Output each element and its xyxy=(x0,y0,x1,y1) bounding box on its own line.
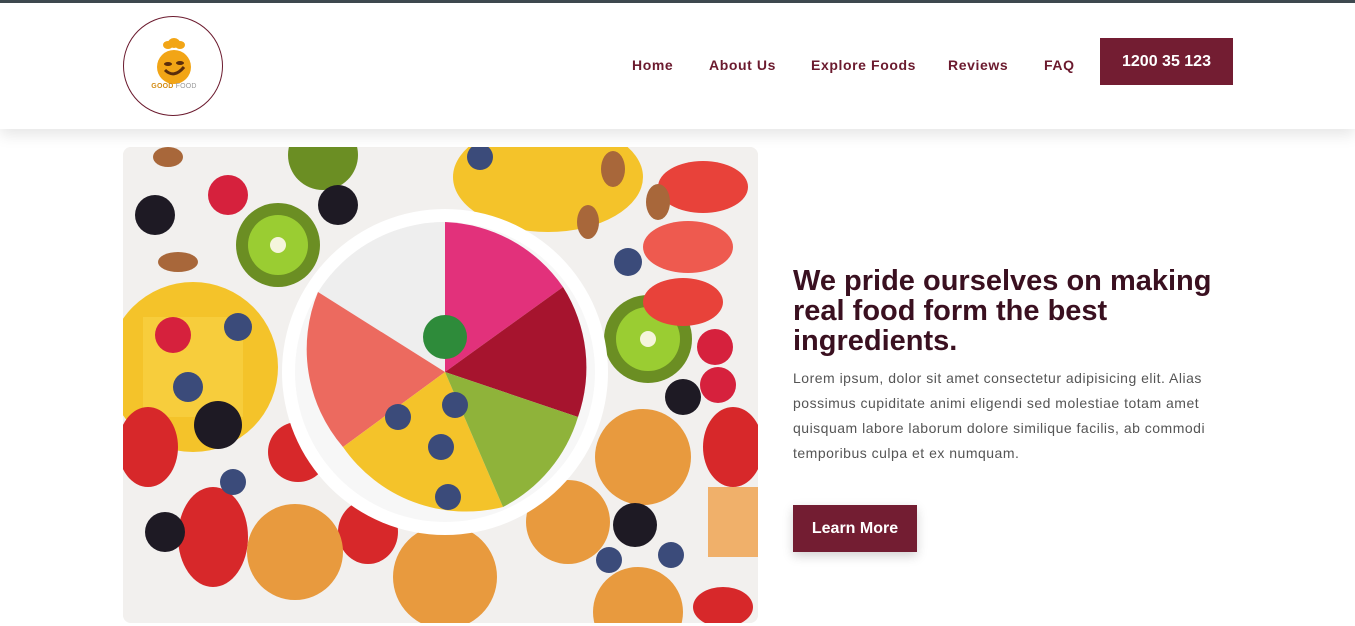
logo-text-food: FOOD xyxy=(175,83,197,90)
nav-faq[interactable]: FAQ xyxy=(1044,57,1075,73)
logo-text-good: GOOD xyxy=(151,83,174,90)
nav-about-us[interactable]: About Us xyxy=(709,57,776,73)
nav-home[interactable]: Home xyxy=(632,57,673,73)
chef-icon xyxy=(157,38,191,84)
brand-logo[interactable]: GOOD FOOD xyxy=(123,16,223,116)
learn-more-button[interactable]: Learn More xyxy=(793,505,917,552)
nav-reviews[interactable]: Reviews xyxy=(948,57,1008,73)
hero-body-text: Lorem ipsum, dolor sit amet consectetur … xyxy=(793,370,1206,461)
site-header: GOOD FOOD Home About Us Explore Foods Re… xyxy=(0,3,1355,129)
phone-button[interactable]: 1200 35 123 xyxy=(1100,38,1233,85)
logo-wordmark: GOOD FOOD xyxy=(124,83,224,90)
fruit-bowl-photo xyxy=(123,147,758,623)
hero-headline: We pride ourselves on making real food f… xyxy=(793,265,1212,357)
nav-explore-foods[interactable]: Explore Foods xyxy=(811,57,916,73)
